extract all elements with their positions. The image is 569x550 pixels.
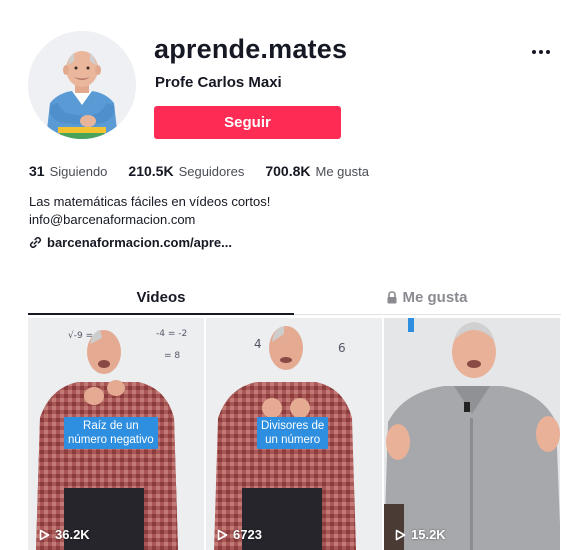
video-caption: Raíz de un número negativo: [64, 417, 158, 449]
link-icon: [29, 236, 42, 249]
profile-link[interactable]: barcenaformacion.com/apre...: [29, 235, 232, 250]
video-card[interactable]: 4 6 Divisores de un número 6723: [206, 318, 382, 550]
profile-bio: Las matemáticas fáciles en vídeos cortos…: [29, 193, 270, 229]
video-view-count: 36.2K: [39, 527, 90, 542]
stat-following-count: 31: [29, 163, 45, 179]
svg-text:4: 4: [254, 337, 262, 351]
svg-text:6: 6: [338, 341, 346, 355]
video-caption-line-1: Divisores de: [261, 420, 325, 432]
profile-tabs: Videos Me gusta: [28, 279, 561, 315]
bio-line-1: Las matemáticas fáciles en vídeos cortos…: [29, 194, 271, 209]
svg-text:√-9 =: √-9 =: [68, 330, 93, 341]
svg-text:-4 = -2: -4 = -2: [156, 329, 187, 339]
video-caption-line-1: Raíz de un: [83, 420, 139, 432]
more-horizontal-icon: [532, 50, 536, 54]
profile-avatar[interactable]: [28, 31, 136, 139]
video-card[interactable]: √-9 = -4 = -2 = 8 Raíz de un número nega…: [28, 318, 204, 550]
profile-stats: 31 Siguiendo 210.5K Seguidores 700.8K Me…: [29, 163, 390, 179]
stat-followers[interactable]: 210.5K Seguidores: [128, 163, 244, 179]
tab-videos-label: Videos: [136, 288, 186, 306]
more-options-button[interactable]: [526, 40, 556, 64]
bio-line-2: info@barcenaformacion.com: [29, 212, 196, 227]
play-icon: [39, 529, 50, 540]
video-view-count: 15.2K: [395, 527, 446, 542]
profile-link-text: barcenaformacion.com/apre...: [47, 235, 232, 250]
video-card[interactable]: 15.2K: [384, 318, 560, 550]
stat-likes-count: 700.8K: [265, 163, 311, 179]
video-views-text: 15.2K: [411, 527, 446, 542]
video-grid: √-9 = -4 = -2 = 8 Raíz de un número nega…: [28, 318, 561, 550]
more-horizontal-icon-dot: [546, 50, 550, 54]
tab-liked-label: Me gusta: [402, 288, 468, 306]
profile-username: aprende.mates: [154, 34, 348, 64]
tab-liked[interactable]: Me gusta: [294, 279, 560, 315]
stat-following[interactable]: 31 Siguiendo: [29, 163, 107, 179]
follow-button[interactable]: Seguir: [154, 106, 341, 139]
video-views-text: 6723: [233, 527, 262, 542]
video-view-count: 6723: [217, 527, 262, 542]
video-caption-line-2: número negativo: [68, 434, 154, 446]
stat-likes-label: Me gusta: [315, 164, 369, 179]
tab-videos[interactable]: Videos: [28, 279, 294, 315]
avatar-photo: [28, 31, 136, 139]
more-horizontal-icon-dot: [539, 50, 543, 54]
video-caption: Divisores de un número: [257, 417, 329, 449]
video-caption-line-2: un número: [265, 434, 321, 446]
play-icon: [217, 529, 228, 540]
stat-followers-label: Seguidores: [178, 164, 245, 179]
stat-following-label: Siguiendo: [49, 164, 108, 179]
stat-followers-count: 210.5K: [128, 163, 174, 179]
lock-icon: [387, 290, 397, 303]
play-icon: [395, 529, 406, 540]
stat-likes: 700.8K Me gusta: [265, 163, 369, 179]
profile-display-name: Profe Carlos Maxi: [155, 74, 282, 91]
video-views-text: 36.2K: [55, 527, 90, 542]
svg-text:= 8: = 8: [164, 351, 180, 361]
video-thumbnail: [384, 318, 560, 550]
